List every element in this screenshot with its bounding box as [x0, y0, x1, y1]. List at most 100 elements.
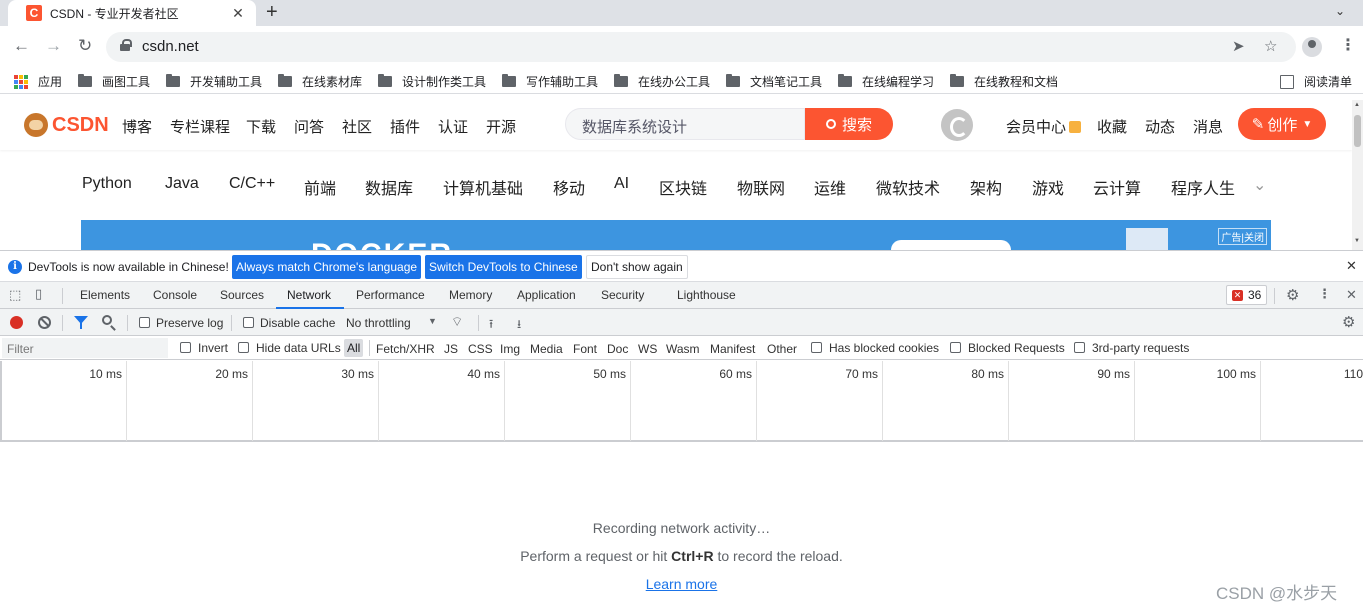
category-iot[interactable]: 物联网 [737, 175, 785, 199]
filter-input[interactable]: Filter [2, 338, 168, 358]
export-har-icon[interactable]: ⭳ [517, 315, 521, 336]
category-frontend[interactable]: 前端 [304, 175, 336, 199]
csdn-search-input[interactable]: 数据库系统设计 [565, 108, 805, 140]
tab-application[interactable]: Application [517, 288, 576, 302]
tab-performance[interactable]: Performance [356, 288, 425, 302]
reading-list[interactable]: 阅读清单 [1280, 73, 1352, 90]
nav-qa[interactable]: 问答 [294, 116, 324, 137]
close-icon[interactable]: ✕ [1346, 258, 1357, 274]
network-overview[interactable]: 10 ms 20 ms 30 ms 40 ms 50 ms 60 ms 70 m… [0, 361, 1363, 442]
page-scrollbar[interactable]: ▲ ▼ [1352, 100, 1363, 250]
type-filter-fetch-xhr[interactable]: Fetch/XHR [376, 342, 435, 356]
forward-arrow-icon[interactable]: → [45, 36, 62, 56]
nav-blog[interactable]: 博客 [122, 116, 152, 137]
type-filter-all[interactable]: All [344, 339, 364, 357]
bookmark-folder[interactable]: 在线编程学习 [838, 73, 934, 90]
reload-icon[interactable]: ↻ [78, 36, 92, 56]
ad-close-label[interactable]: 广告|关闭 [1218, 228, 1267, 245]
category-architecture[interactable]: 架构 [970, 175, 1002, 199]
type-filter-wasm[interactable]: Wasm [666, 342, 700, 356]
tab-network[interactable]: Network [287, 288, 331, 302]
invert-checkbox[interactable] [180, 342, 191, 353]
learn-more-link[interactable]: Learn more [646, 576, 718, 592]
bookmark-star-icon[interactable]: ☆ [1264, 37, 1277, 55]
browser-tab[interactable]: C CSDN - 专业开发者社区 ✕ [8, 0, 256, 26]
chrome-menu-icon[interactable]: ⋮ [1340, 35, 1356, 55]
bookmark-folder[interactable]: 在线教程和文档 [950, 73, 1058, 90]
tab-sources[interactable]: Sources [220, 288, 264, 302]
dont-show-again-button[interactable]: Don't show again [586, 255, 688, 279]
nav-download[interactable]: 下载 [246, 116, 276, 137]
network-conditions-icon[interactable]: ⌔ [451, 314, 463, 330]
type-filter-img[interactable]: Img [500, 342, 520, 356]
category-cpp[interactable]: C/C++ [229, 175, 275, 193]
nav-activity[interactable]: 动态 [1145, 116, 1175, 137]
nav-courses[interactable]: 专栏课程 [170, 116, 230, 137]
csdn-search-button[interactable]: 搜索 [805, 108, 893, 140]
preserve-log-checkbox[interactable] [139, 317, 150, 328]
blocked-cookies-checkbox[interactable] [811, 342, 822, 353]
user-avatar[interactable] [941, 109, 973, 141]
type-filter-ws[interactable]: WS [638, 342, 657, 356]
error-count-badge[interactable]: ✕ 36 [1226, 285, 1268, 305]
bookmark-folder[interactable]: 设计制作类工具 [378, 73, 486, 90]
device-toolbar-icon[interactable]: ▯ [35, 286, 42, 302]
search-icon[interactable] [102, 315, 112, 325]
nav-community[interactable]: 社区 [342, 116, 372, 137]
type-filter-manifest[interactable]: Manifest [710, 342, 755, 356]
category-games[interactable]: 游戏 [1032, 175, 1064, 199]
new-tab-icon[interactable]: + [266, 1, 278, 24]
bookmark-folder[interactable]: 画图工具 [78, 73, 150, 90]
network-settings-gear-icon[interactable]: ⚙ [1342, 313, 1355, 331]
type-filter-font[interactable]: Font [573, 342, 597, 356]
bookmark-apps[interactable]: 应用 [14, 73, 62, 90]
category-database[interactable]: 数据库 [365, 175, 413, 199]
clear-icon[interactable] [38, 316, 51, 329]
bookmark-folder[interactable]: 开发辅助工具 [166, 73, 262, 90]
category-ops[interactable]: 运维 [814, 175, 846, 199]
dropdown-arrow-icon[interactable]: ▼ [428, 316, 437, 326]
settings-gear-icon[interactable]: ⚙ [1286, 286, 1299, 304]
create-button[interactable]: ✎ 创作 ▼ [1238, 108, 1326, 140]
tab-search-chevron-icon[interactable]: ⌄ [1335, 4, 1345, 18]
tab-lighthouse[interactable]: Lighthouse [677, 288, 736, 302]
category-mobile[interactable]: 移动 [553, 175, 585, 199]
throttling-select[interactable]: No throttling [346, 316, 411, 330]
type-filter-doc[interactable]: Doc [607, 342, 628, 356]
import-har-icon[interactable]: ⭱ [489, 315, 493, 336]
category-cloud[interactable]: 云计算 [1093, 175, 1141, 199]
category-blockchain[interactable]: 区块链 [659, 175, 707, 199]
close-devtools-icon[interactable]: ✕ [1346, 287, 1357, 303]
ad-banner[interactable]: DOCKER 广告|关闭 [81, 220, 1271, 250]
nav-certification[interactable]: 认证 [438, 116, 468, 137]
scroll-up-icon[interactable]: ▲ [1354, 102, 1360, 108]
inspect-element-icon[interactable]: ⬚ [9, 287, 21, 303]
nav-plugins[interactable]: 插件 [390, 116, 420, 137]
category-cs-basics[interactable]: 计算机基础 [443, 175, 523, 199]
bookmark-folder[interactable]: 文档笔记工具 [726, 73, 822, 90]
blocked-requests-checkbox[interactable] [950, 342, 961, 353]
category-ai[interactable]: AI [614, 175, 629, 193]
filter-funnel-icon[interactable] [74, 316, 88, 329]
address-bar[interactable]: csdn.net ➤ ☆ [106, 32, 1296, 62]
tab-console[interactable]: Console [153, 288, 197, 302]
category-microsoft[interactable]: 微软技术 [876, 175, 940, 199]
csdn-logo[interactable]: CSDN [24, 113, 109, 137]
record-icon[interactable] [10, 316, 23, 329]
tab-memory[interactable]: Memory [449, 288, 492, 302]
category-python[interactable]: Python [82, 175, 132, 193]
type-filter-css[interactable]: CSS [468, 342, 493, 356]
category-programmer-life[interactable]: 程序人生 [1171, 175, 1235, 199]
tab-security[interactable]: Security [601, 288, 644, 302]
nav-messages[interactable]: 消息 [1193, 116, 1223, 137]
category-java[interactable]: Java [165, 175, 199, 193]
match-chrome-language-button[interactable]: Always match Chrome's language [232, 255, 422, 279]
disable-cache-checkbox[interactable] [243, 317, 254, 328]
scroll-down-icon[interactable]: ▼ [1354, 238, 1360, 244]
bookmark-folder[interactable]: 在线素材库 [278, 73, 362, 90]
tab-close-icon[interactable]: ✕ [230, 5, 246, 22]
profile-avatar-icon[interactable] [1302, 37, 1322, 57]
nav-opensource[interactable]: 开源 [486, 116, 516, 137]
bookmark-folder[interactable]: 写作辅助工具 [502, 73, 598, 90]
type-filter-media[interactable]: Media [530, 342, 563, 356]
